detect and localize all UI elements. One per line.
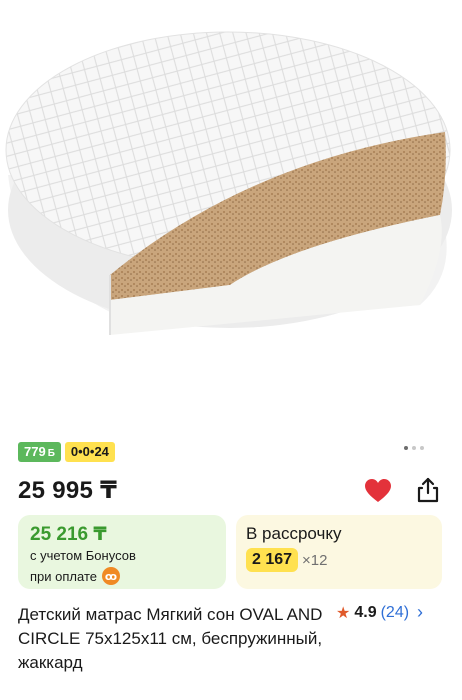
heart-icon	[365, 479, 391, 502]
bonus-symbol: Б	[47, 448, 55, 459]
installment-row: 2 167 ×12	[246, 548, 328, 572]
bonus-payment-label: при оплате	[30, 568, 97, 584]
favorite-button[interactable]	[364, 478, 392, 504]
installment-title: В рассрочку	[246, 524, 342, 543]
bonus-price-card[interactable]: 25 216 ₸ с учетом Бонусов при оплате ꝏ	[18, 515, 226, 589]
bonus-caption: с учетом Бонусов	[30, 548, 136, 563]
bonus-price: 25 216 ₸	[30, 524, 107, 545]
chevron-right-icon: ›	[417, 602, 424, 622]
payment-brand-icon: ꝏ	[101, 567, 120, 585]
gallery-dot	[404, 446, 408, 450]
cashback-badge: 779 Б	[18, 442, 61, 462]
installment-multiplier: ×12	[302, 551, 328, 569]
cashback-value: 779	[24, 444, 46, 459]
gallery-indicator	[404, 446, 424, 450]
installment-amount: 2 167	[246, 548, 299, 572]
mattress-illustration	[5, 31, 452, 335]
product-title: Детский матрас Мягкий сон OVAL AND CIRCL…	[18, 605, 323, 672]
rating-link[interactable]: ★ 4.9 (24) ›	[336, 602, 423, 623]
star-icon: ★	[336, 604, 351, 622]
gallery-dot	[420, 446, 424, 450]
share-icon	[417, 477, 439, 503]
gallery-dot	[412, 446, 416, 450]
installment-badge: 0•0•24	[64, 442, 115, 462]
promo-badges: 779 Б 0•0•24	[18, 442, 115, 462]
installment-card[interactable]: В рассрочку 2 167 ×12	[236, 515, 442, 589]
product-image[interactable]	[0, 0, 462, 430]
product-price: 25 995 ₸	[18, 477, 118, 504]
share-button[interactable]	[414, 476, 442, 504]
review-count: (24)	[380, 603, 410, 621]
rating-value: 4.9	[354, 603, 377, 621]
bonus-payment-caption: при оплате ꝏ	[30, 567, 120, 585]
